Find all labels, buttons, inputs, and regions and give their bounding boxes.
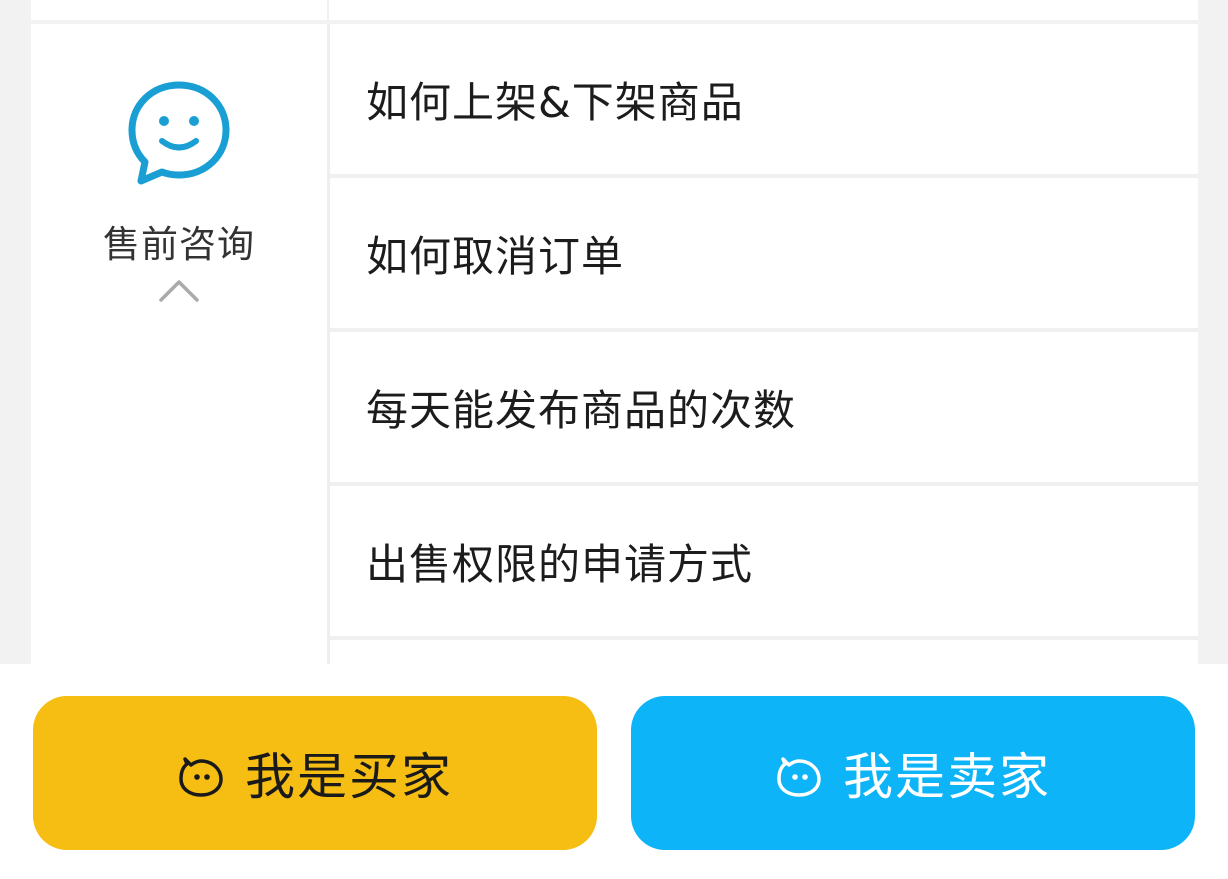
role-action-bar: 我是买家 我是卖家 — [0, 664, 1228, 879]
faq-item-label: 每天能发布商品的次数 — [366, 385, 797, 435]
column-divider — [327, 652, 330, 664]
seller-button-label: 我是卖家 — [843, 748, 1051, 806]
seller-button[interactable]: 我是卖家 — [631, 696, 1195, 850]
column-divider — [327, 0, 329, 20]
cat-face-icon — [179, 757, 223, 797]
chevron-up-icon[interactable] — [157, 274, 201, 304]
previous-section-edge — [31, 0, 1198, 20]
category-label: 售前咨询 — [103, 223, 255, 266]
faq-list: 如何上架&下架商品 如何取消订单 每天能发布商品的次数 出售权限的申请方式 — [330, 24, 1198, 640]
cat-face-icon — [777, 757, 821, 797]
faq-item-label: 如何上架&下架商品 — [366, 77, 744, 127]
faq-item-label: 如何取消订单 — [366, 231, 625, 281]
buyer-button[interactable]: 我是买家 — [33, 696, 597, 850]
smile-chat-bubble-icon — [128, 81, 230, 185]
buyer-button-label: 我是买家 — [245, 748, 453, 806]
faq-item-label: 出售权限的申请方式 — [366, 539, 754, 589]
next-section-edge — [31, 652, 1198, 664]
category-presale[interactable]: 售前咨询 — [31, 24, 327, 652]
faq-card: 售前咨询 如何上架&下架商品 如何取消订单 每天能发布商品的次数 出售权限的申请… — [31, 0, 1198, 664]
faq-item[interactable]: 如何取消订单 — [330, 178, 1198, 332]
help-content: 售前咨询 如何上架&下架商品 如何取消订单 每天能发布商品的次数 出售权限的申请… — [0, 0, 1228, 664]
faq-item[interactable]: 出售权限的申请方式 — [330, 486, 1198, 640]
faq-item[interactable]: 每天能发布商品的次数 — [330, 332, 1198, 486]
faq-item[interactable]: 如何上架&下架商品 — [330, 24, 1198, 178]
